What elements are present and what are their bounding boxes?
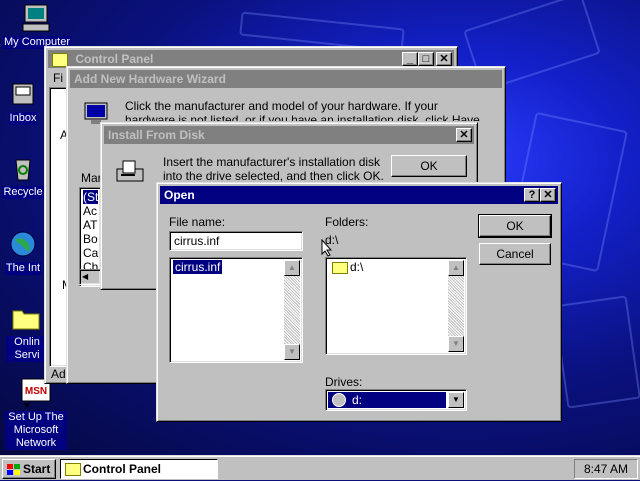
list-item[interactable]: (St [83,190,99,204]
scroll-down-icon[interactable]: ▼ [448,336,464,352]
scroll-left-icon[interactable]: ◀ [82,272,88,281]
file-list-item[interactable]: cirrus.inf [173,260,223,274]
drives-select[interactable]: d: ▼ [325,389,467,411]
help-button[interactable]: ? [524,188,540,202]
file-name-input[interactable]: cirrus.inf [169,231,303,251]
taskbar-item-label: Control Panel [83,462,162,476]
drives-selected-value: d: [352,393,363,407]
file-list[interactable]: cirrus.inf ▲ ▼ [169,257,303,363]
list-item[interactable]: Bo [83,232,98,246]
file-name-label: File name: [169,215,226,229]
clock[interactable]: 8:47 AM [584,462,628,476]
install-titlebar[interactable]: Install From Disk ✕ [104,126,474,144]
close-button[interactable]: ✕ [456,128,472,142]
wallpaper-shape [553,295,640,409]
folder-list-scrollbar[interactable]: ▲ ▼ [448,260,464,352]
folders-label: Folders: [325,215,369,229]
drives-selected-highlight: d: [328,392,446,408]
scroll-down-icon[interactable]: ▼ [284,344,300,360]
open-titlebar[interactable]: Open ? ✕ [160,186,558,204]
taskbar: Start Control Panel 8:47 AM [0,455,640,480]
desktop-icon-label: Onlin Servi [6,336,46,362]
folder-icon [65,463,81,476]
desktop-icon-internet[interactable]: The Int [0,228,46,275]
start-button[interactable]: Start [2,459,56,479]
cd-drive-icon [332,393,346,407]
desktop-icon-my-computer[interactable]: My Computer [2,2,72,49]
desktop-icon-msn[interactable]: MSN Set Up The Microsoft Network [4,377,68,450]
window-title: Add New Hardware Wizard [74,72,226,86]
my-computer-icon [21,2,53,34]
scroll-up-icon[interactable]: ▲ [284,260,300,276]
online-services-folder-icon [10,302,42,334]
status-text: Ad [51,367,66,381]
maximize-button[interactable]: □ [418,52,434,66]
floppy-drive-icon [115,159,145,188]
wizard-instruction: Click the manufacturer and model of your… [125,99,480,121]
desktop-icon-label: The Int [4,262,42,275]
install-message: Insert the manufacturer's installation d… [163,155,384,183]
open-ok-button[interactable]: OK [478,214,552,238]
chevron-down-icon[interactable]: ▼ [448,392,464,408]
internet-icon [7,228,39,260]
desktop-icon-online-services[interactable]: Onlin Servi [6,302,46,362]
drives-label: Drives: [325,375,363,389]
open-cancel-button[interactable]: Cancel [479,243,551,265]
windows-logo-icon [7,463,21,481]
manufacturers-label: Mar [81,171,102,185]
horizontal-scrollbar[interactable]: ◀ [79,269,101,285]
menu-file[interactable]: Fi [53,71,63,85]
start-label: Start [23,462,51,476]
file-name-value: cirrus.inf [174,234,220,248]
inbox-icon [7,78,39,110]
open-dialog[interactable]: Open ? ✕ File name: cirrus.inf cirrus.in… [156,182,562,422]
window-title: Control Panel [75,52,154,66]
system-tray: 8:47 AM [574,459,638,479]
close-button[interactable]: ✕ [540,188,556,202]
window-title: Install From Disk [108,128,205,142]
folder-list-item[interactable]: d:\ [350,260,363,274]
desktop-icon-recycle-bin[interactable]: Recycle [0,152,46,199]
list-item[interactable]: AT [83,218,97,232]
desktop-icon-label: Set Up The Microsoft Network [5,411,67,450]
open-folder-icon [332,262,348,274]
scroll-up-icon[interactable]: ▲ [448,260,464,276]
desktop-icon-inbox[interactable]: Inbox [0,78,46,125]
list-item[interactable]: Ac [83,204,97,218]
list-item[interactable]: Ca [83,246,98,260]
close-button[interactable]: ✕ [436,52,452,66]
recycle-bin-icon [7,152,39,184]
desktop-icon-label: Inbox [8,112,38,125]
desktop-icon-label: Recycle [2,186,44,199]
file-list-scrollbar[interactable]: ▲ ▼ [284,260,300,360]
install-ok-button[interactable]: OK [391,155,467,177]
window-title: Open [164,188,195,202]
folder-icon [52,52,68,67]
taskbar-item-control-panel[interactable]: Control Panel [60,459,218,479]
folder-list[interactable]: d:\ ▲ ▼ [325,257,467,355]
svg-text:MSN: MSN [25,386,47,397]
minimize-button[interactable]: _ [402,52,418,66]
wizard-titlebar[interactable]: Add New Hardware Wizard [70,70,502,88]
